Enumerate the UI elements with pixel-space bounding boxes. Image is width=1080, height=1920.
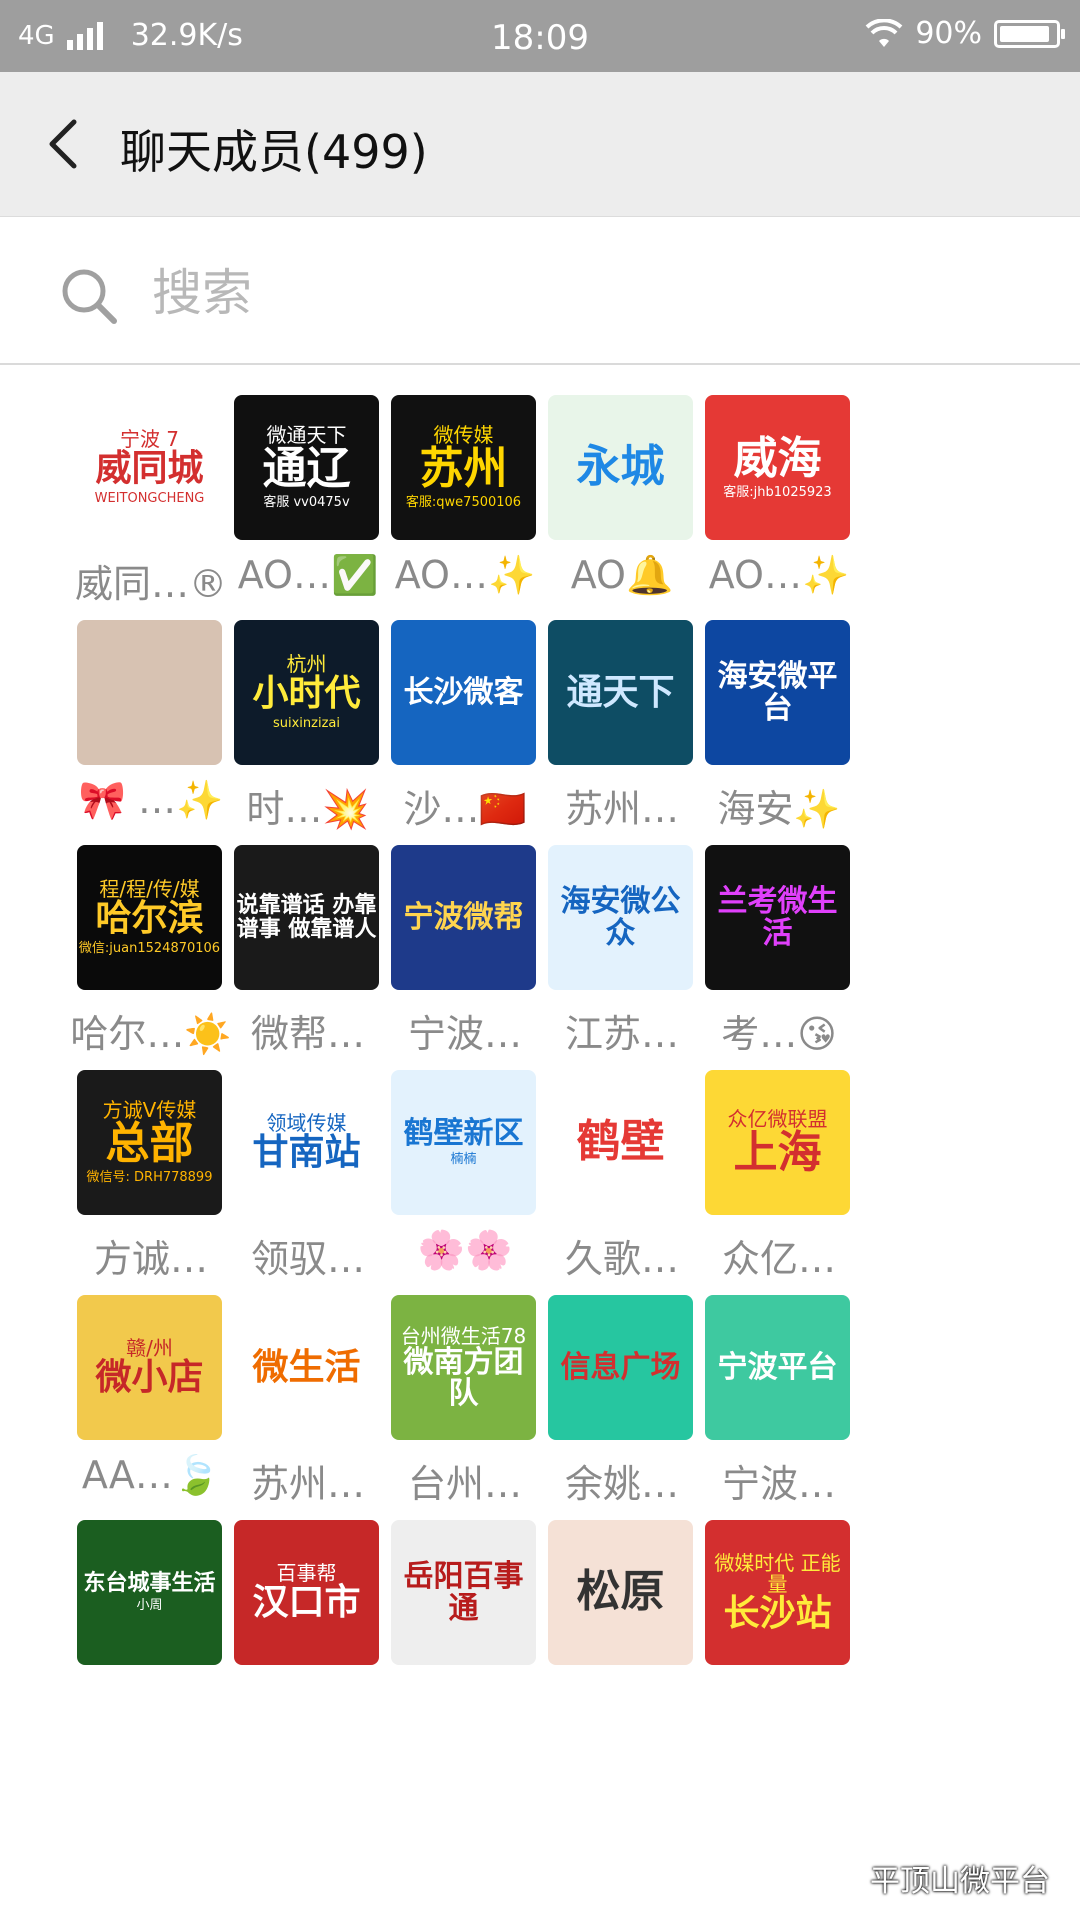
member-avatar[interactable]: 通天下 <box>548 620 693 765</box>
avatar-main-text: 信息广场 <box>560 1349 681 1385</box>
member-avatar[interactable]: 百事帮 汉口市 <box>234 1520 379 1665</box>
member-avatar[interactable]: 台州微生活78 微南方团队 <box>391 1295 536 1440</box>
member-avatar[interactable]: 信息广场 <box>548 1295 693 1440</box>
member-avatar[interactable]: 长沙微客 <box>391 620 536 765</box>
avatar-top-text: 微媒时代 正能量 <box>714 1550 841 1596</box>
avatar-main-text: 东台城事生活 <box>83 1571 216 1597</box>
member-avatar[interactable]: 东台城事生活 小周 <box>77 1520 222 1665</box>
member-avatar[interactable]: 赣/州 微小店 <box>77 1295 222 1440</box>
avatar-main-text: 松原 <box>576 1566 665 1618</box>
avatar-top-text: 程/程/传/媒 <box>99 877 200 902</box>
avatar-top-text: 百事帮 <box>276 1561 337 1586</box>
chevron-left-icon[interactable] <box>36 114 96 174</box>
member-avatar[interactable]: 宁波平台 <box>705 1295 850 1440</box>
avatar-main-text: 长沙微客 <box>403 674 524 710</box>
avatar-main-text: 总部 <box>105 1118 194 1170</box>
member-avatar[interactable]: 众亿微联盟 上海 <box>705 1070 850 1215</box>
avatar-main-text: 宁波平台 <box>717 1349 838 1385</box>
member-avatar[interactable]: 岳阳百事通 <box>391 1520 536 1665</box>
wifi-icon <box>865 18 903 47</box>
member-avatar[interactable]: 松原 <box>548 1520 693 1665</box>
status-right: 90% <box>865 16 1065 51</box>
member-grid: 宁波 7 威同城 WEITONGCHENG 威同…® 微通天下 通辽 客服 vv0475v A… <box>0 365 1080 1920</box>
member-avatar[interactable]: 海安微公众 <box>548 845 693 990</box>
avatar-main-text: 宁波微帮 <box>403 899 524 935</box>
member-avatar[interactable]: 兰考微生活 <box>705 845 850 990</box>
avatar-main-text: 微南方团队 <box>403 1344 524 1411</box>
member-avatar[interactable]: 威海 客服:jhb1025923 <box>705 395 850 540</box>
avatar-sub-text: 客服 vv0475v <box>263 495 350 511</box>
member-avatar[interactable]: 微生活 <box>234 1295 379 1440</box>
avatar-main-text: 苏州 <box>419 443 508 495</box>
avatar-main-text: 哈尔滨 <box>95 898 204 940</box>
avatar-main-text: 微生活 <box>252 1346 361 1388</box>
avatar-sub-text: 客服:qwe7500106 <box>405 495 522 511</box>
avatar-main-text: 永城 <box>576 441 665 493</box>
member-avatar[interactable]: 鹤壁新区 楠楠 <box>391 1070 536 1215</box>
member-avatar[interactable]: 程/程/传/媒 哈尔滨 微信:juan1524870106 <box>77 845 222 990</box>
avatar-main-text: 小时代 <box>252 673 361 715</box>
avatar-main-text: 鹤壁 <box>576 1116 665 1168</box>
avatar-main-text: 通天下 <box>566 671 675 713</box>
member-avatar[interactable]: 微媒时代 正能量 长沙站 <box>705 1520 850 1665</box>
avatar-main-text: 通辽 <box>262 443 351 495</box>
avatar-main-text: 长沙站 <box>723 1592 832 1634</box>
avatar-main-text: 威海 <box>733 432 822 484</box>
page-title: 聊天成员(499) <box>120 125 428 179</box>
avatar-main-text: 鹤壁新区 <box>403 1115 524 1151</box>
avatar-main-text: 海安微公众 <box>560 884 681 951</box>
avatar-top-text: 赣/州 <box>126 1336 173 1361</box>
avatar-sub-text: 客服:jhb1025923 <box>723 484 832 500</box>
member-item[interactable]: 微媒时代 正能量 长沙站 <box>683 1490 875 1760</box>
member-avatar[interactable]: 方诚V传媒 总部 微信号: DRH778899 <box>77 1070 222 1215</box>
member-avatar[interactable]: 永城 <box>548 395 693 540</box>
member-avatar[interactable]: 杭州 小时代 suixinzizai <box>234 620 379 765</box>
member-avatar[interactable]: 鹤壁 <box>548 1070 693 1215</box>
member-avatar[interactable]: 说靠谱话 办靠谱事 做靠谱人 <box>234 845 379 990</box>
avatar-main-text: 甘南站 <box>252 1132 361 1174</box>
avatar-sub-text: suixinzizai <box>272 716 340 732</box>
battery-percent: 90% <box>915 16 982 51</box>
member-avatar[interactable]: 宁波微帮 <box>391 845 536 990</box>
member-avatar[interactable]: 宁波 7 威同城 WEITONGCHENG <box>77 395 222 540</box>
avatar-main-text: 汉口市 <box>252 1582 361 1624</box>
avatar-main-text: 海安微平台 <box>717 659 838 726</box>
avatar-sub-text: WEITONGCHENG <box>94 491 205 507</box>
avatar-sub-text: 微信号: DRH778899 <box>86 1170 213 1186</box>
avatar-sub-text: 楠楠 <box>450 1152 477 1168</box>
search-icon <box>62 269 117 324</box>
member-avatar[interactable]: 海安微平台 <box>705 620 850 765</box>
member-avatar[interactable] <box>77 620 222 765</box>
watermark: 平顶山微平台 <box>870 1864 1050 1899</box>
avatar-top-text: 台州微生活78 <box>400 1323 527 1348</box>
search-input[interactable] <box>150 257 1034 329</box>
app-header: 聊天成员(499) <box>0 72 1080 217</box>
status-bar: 4G 32.9K/s 18:09 90% <box>0 0 1080 72</box>
avatar-top-text: 宁波 7 <box>119 427 180 452</box>
avatar-main-text: 威同城 <box>95 448 204 490</box>
member-avatar[interactable]: 微通天下 通辽 客服 vv0475v <box>234 395 379 540</box>
member-avatar[interactable]: 微传媒 苏州 客服:qwe7500106 <box>391 395 536 540</box>
avatar-sub-text: 小周 <box>136 1598 163 1614</box>
member-avatar[interactable]: 领域传媒 甘南站 <box>234 1070 379 1215</box>
avatar-sub-text: 微信:juan1524870106 <box>78 941 221 957</box>
avatar-main-text: 上海 <box>733 1126 822 1178</box>
avatar-main-text: 说靠谱话 办靠谱事 做靠谱人 <box>236 893 377 942</box>
search-bar <box>0 217 1080 365</box>
avatar-main-text: 岳阳百事通 <box>403 1559 524 1626</box>
avatar-main-text: 兰考微生活 <box>717 884 838 951</box>
avatar-main-text: 微小店 <box>95 1357 204 1399</box>
avatar-top-text: 领域传媒 <box>266 1111 347 1136</box>
battery-icon <box>994 19 1065 48</box>
avatar-top-text: 杭州 <box>286 652 327 677</box>
